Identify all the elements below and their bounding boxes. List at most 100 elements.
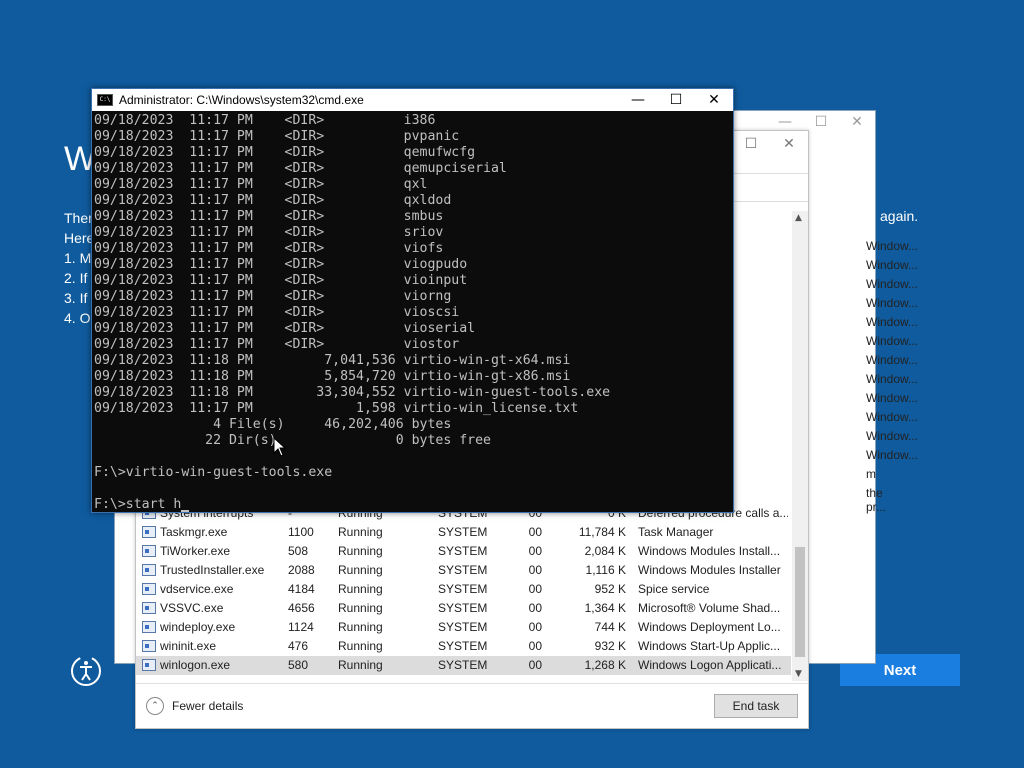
row-description: Window...	[866, 448, 919, 462]
setup-line: 4. O	[64, 310, 91, 326]
process-name: Taskmgr.exe	[160, 525, 228, 539]
process-name: windeploy.exe	[160, 620, 236, 634]
console-line: 09/18/2023 11:17 PM <DIR> sriov	[94, 225, 444, 240]
row-description: the pr...	[866, 486, 887, 514]
table-row[interactable]: Taskmgr.exe 1100 Running SYSTEM 00 11,78…	[136, 523, 791, 542]
table-row[interactable]: vdservice.exe 4184 Running SYSTEM 00 952…	[136, 580, 791, 599]
process-memory: 932 K	[594, 639, 626, 653]
row-description: Window...	[866, 353, 919, 367]
process-user: SYSTEM	[438, 639, 488, 653]
scroll-down-icon[interactable]: ▼	[795, 669, 802, 679]
console-line: 09/18/2023 11:18 PM 5,854,720 virtio-win…	[94, 369, 571, 384]
row-description: m	[866, 467, 876, 481]
table-row[interactable]: wininit.exe 476 Running SYSTEM 00 932 K …	[136, 637, 791, 656]
process-icon	[142, 659, 156, 671]
cmd-window[interactable]: C:\ Administrator: C:\Windows\system32\c…	[91, 88, 734, 513]
setup-again-text: again.	[880, 208, 919, 224]
process-name: wininit.exe	[160, 639, 217, 653]
table-row[interactable]: TiWorker.exe 508 Running SYSTEM 00 2,084…	[136, 542, 791, 561]
vertical-scrollbar[interactable]: ▲ ▼	[792, 211, 808, 681]
process-name: TrustedInstaller.exe	[160, 563, 265, 577]
minimize-button[interactable]: —	[619, 89, 657, 111]
process-name: TiWorker.exe	[160, 544, 231, 558]
process-pid: 4656	[288, 601, 315, 615]
console-line: 09/18/2023 11:17 PM <DIR> qxldod	[94, 193, 452, 208]
console-line: 09/18/2023 11:17 PM <DIR> smbus	[94, 209, 444, 224]
process-status: Running	[338, 620, 383, 634]
process-cpu: 00	[528, 563, 542, 577]
process-description: Windows Modules Installer	[638, 563, 781, 577]
process-description: Windows Modules Install...	[638, 544, 781, 558]
console-line: 22 Dir(s) 0 bytes free	[94, 433, 491, 448]
process-pid: 508	[288, 544, 309, 558]
row-description: Window...	[866, 296, 919, 310]
process-pid: 2088	[288, 563, 315, 577]
row-description: Window...	[866, 410, 919, 424]
setup-line: 2. If	[64, 270, 88, 286]
process-user: SYSTEM	[438, 601, 488, 615]
process-memory: 744 K	[594, 620, 626, 634]
process-memory: 1,268 K	[584, 658, 626, 672]
setup-line: Ther	[64, 210, 93, 226]
table-row[interactable]: windeploy.exe 1124 Running SYSTEM 00 744…	[136, 618, 791, 637]
table-row-selected[interactable]: winlogon.exe 580 Running SYSTEM 00 1,268…	[136, 656, 791, 675]
cmd-icon: C:\	[97, 94, 113, 106]
process-icon	[142, 583, 156, 595]
console-line: 09/18/2023 11:17 PM <DIR> qemufwcfg	[94, 145, 476, 160]
process-description: Windows Logon Applicati...	[638, 658, 782, 672]
process-memory: 952 K	[594, 582, 626, 596]
window-controls: — ☐ ✕	[619, 89, 733, 111]
row-description: Window...	[866, 315, 919, 329]
row-description: Window...	[866, 334, 919, 348]
process-cpu: 00	[528, 639, 542, 653]
process-memory: 11,784 K	[578, 525, 626, 539]
process-status: Running	[338, 601, 383, 615]
process-memory: 1,116 K	[585, 563, 626, 577]
process-pid: 580	[288, 658, 309, 672]
accessibility-icon[interactable]	[70, 655, 102, 687]
console-line: F:\>virtio-win-guest-tools.exe	[94, 465, 333, 480]
process-status: Running	[338, 525, 383, 539]
row-description: Window...	[866, 258, 919, 272]
process-user: SYSTEM	[438, 544, 488, 558]
scroll-up-icon[interactable]: ▲	[795, 213, 802, 223]
table-row[interactable]: VSSVC.exe 4656 Running SYSTEM 00 1,364 K…	[136, 599, 791, 618]
process-pid: 1100	[288, 525, 314, 539]
cmd-title-bar[interactable]: C:\ Administrator: C:\Windows\system32\c…	[92, 89, 733, 111]
console-line: 09/18/2023 11:17 PM <DIR> viostor	[94, 337, 460, 352]
end-task-button[interactable]: End task	[714, 694, 798, 718]
process-icon	[142, 545, 156, 557]
console-line: 09/18/2023 11:17 PM <DIR> qemupciserial	[94, 161, 507, 176]
close-button[interactable]: ✕	[839, 111, 875, 133]
close-button[interactable]: ✕	[695, 89, 733, 111]
scrollbar-thumb[interactable]	[795, 547, 805, 657]
process-user: SYSTEM	[438, 658, 488, 672]
fewer-details-label: Fewer details	[172, 699, 244, 713]
console-line: 09/18/2023 11:18 PM 7,041,536 virtio-win…	[94, 353, 571, 368]
process-cpu: 00	[528, 525, 542, 539]
process-icon	[142, 564, 156, 576]
process-cpu: 00	[528, 582, 542, 596]
process-status: Running	[338, 582, 383, 596]
console-line: 09/18/2023 11:17 PM <DIR> viogpudo	[94, 257, 468, 272]
process-user: SYSTEM	[438, 525, 488, 539]
process-pid: 476	[288, 639, 309, 653]
cmd-title: Administrator: C:\Windows\system32\cmd.e…	[119, 93, 364, 107]
process-name: VSSVC.exe	[160, 601, 224, 615]
chevron-up-icon: ⌃	[146, 697, 164, 715]
process-pid: 1124	[288, 620, 314, 634]
process-user: SYSTEM	[438, 563, 488, 577]
fewer-details-button[interactable]: ⌃ Fewer details	[146, 697, 243, 715]
process-description: Windows Deployment Lo...	[638, 620, 781, 634]
console-output[interactable]: 09/18/2023 11:17 PM <DIR> i386 09/18/2023…	[94, 113, 733, 512]
console-line: 09/18/2023 11:17 PM <DIR> vioscsi	[94, 305, 460, 320]
maximize-button[interactable]: ☐	[657, 89, 695, 111]
process-icon	[142, 640, 156, 652]
text-cursor	[181, 510, 190, 512]
row-description: Window...	[866, 277, 919, 291]
process-memory: 2,084 K	[584, 544, 626, 558]
setup-line: Here	[64, 230, 95, 246]
table-row[interactable]: TrustedInstaller.exe 2088 Running SYSTEM…	[136, 561, 791, 580]
process-description: Spice service	[638, 582, 710, 596]
process-memory: 1,364 K	[584, 601, 626, 615]
